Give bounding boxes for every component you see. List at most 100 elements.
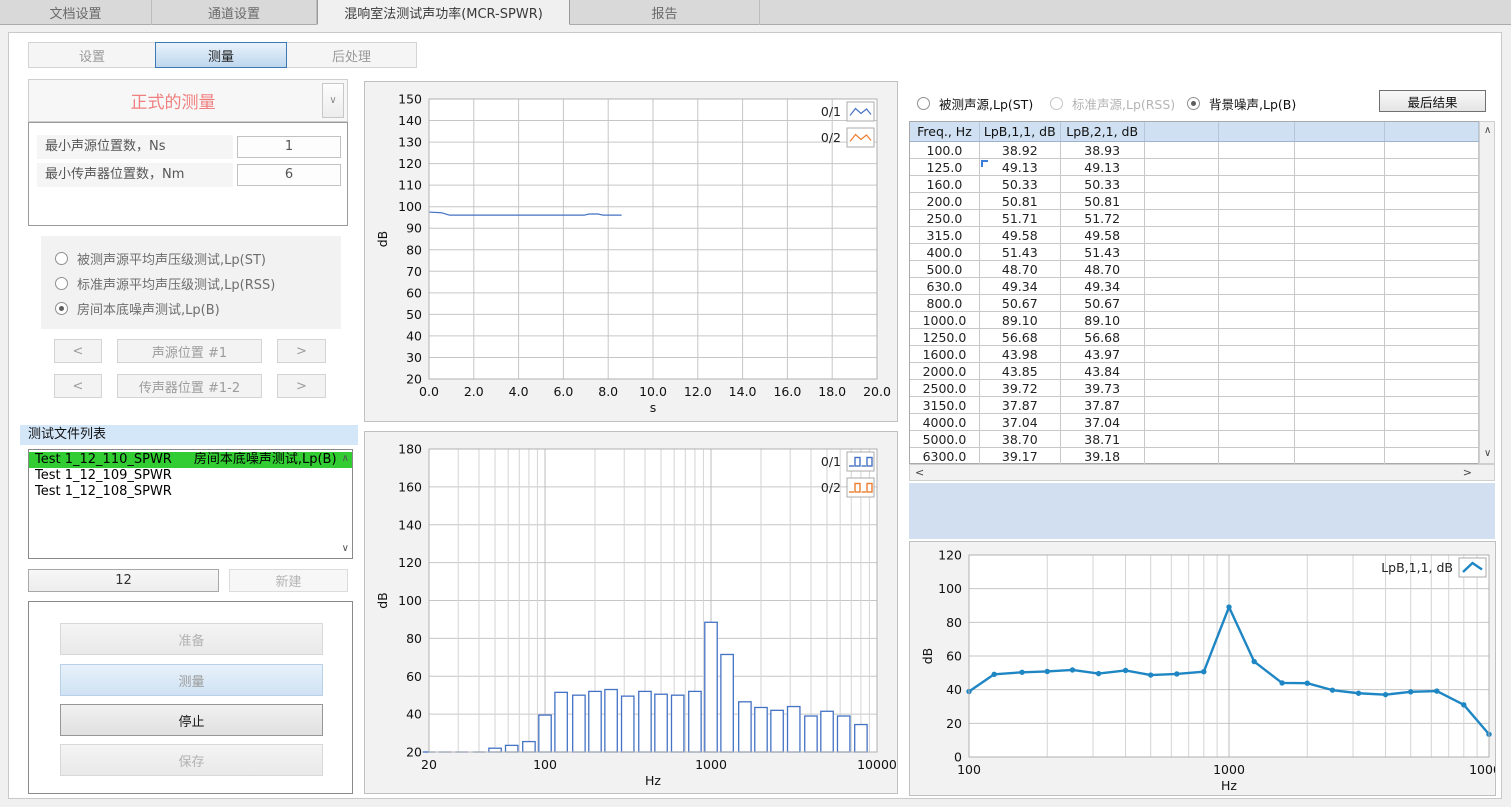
list-scroll-down-icon[interactable]: ∨ bbox=[342, 544, 349, 554]
measure-button[interactable]: 测量 bbox=[60, 664, 323, 696]
table-cell: 100.0 bbox=[910, 142, 980, 158]
test-type-radio-3[interactable]: 房间本底噪声测试,Lp(B) bbox=[55, 296, 341, 321]
param-input-1[interactable]: 1 bbox=[237, 136, 341, 158]
svg-text:100: 100 bbox=[398, 593, 422, 608]
scroll-left-icon[interactable]: < bbox=[915, 468, 924, 478]
subtab-3[interactable]: 后处理 bbox=[286, 42, 417, 68]
table-cell: 37.04 bbox=[980, 414, 1061, 430]
scroll-down-icon[interactable]: ∨ bbox=[1484, 449, 1491, 459]
table-row-9[interactable]: 630.049.3449.34 bbox=[910, 278, 1479, 295]
mic-position-prev-button[interactable]: < bbox=[54, 374, 102, 398]
table-row-7[interactable]: 400.051.4351.43 bbox=[910, 244, 1479, 261]
svg-text:120: 120 bbox=[398, 555, 422, 570]
table-cell bbox=[1295, 278, 1385, 294]
table-cell bbox=[1295, 176, 1385, 192]
table-row-2[interactable]: 125.049.1349.13 bbox=[910, 159, 1479, 176]
table-cell: 37.87 bbox=[1061, 397, 1145, 413]
new-button[interactable]: 新建 bbox=[229, 569, 348, 592]
stop-button[interactable]: 停止 bbox=[60, 704, 323, 736]
param-input-2[interactable]: 6 bbox=[237, 164, 341, 186]
test-type-radio-2-radio-icon[interactable] bbox=[55, 277, 68, 290]
file-list-title: 测试文件列表 bbox=[20, 425, 358, 445]
measurement-mode-dropdown[interactable]: 正式的测量 ∨ bbox=[28, 79, 348, 122]
scroll-up-icon[interactable]: ∧ bbox=[1484, 126, 1491, 136]
table-cell bbox=[1385, 414, 1479, 430]
table-cell bbox=[1385, 346, 1479, 362]
param-label-2: 最小传声器位置数，Nm bbox=[37, 163, 233, 187]
tab-3[interactable]: 混响室法测试声功率(MCR-SPWR) bbox=[317, 0, 570, 25]
svg-text:0.0: 0.0 bbox=[419, 384, 439, 399]
table-vertical-scrollbar[interactable]: ∧ ∨ bbox=[1479, 121, 1495, 464]
result-radio-1[interactable]: 被测声源,Lp(ST) bbox=[917, 91, 1033, 116]
svg-text:140: 140 bbox=[398, 517, 422, 532]
table-cell bbox=[1219, 210, 1295, 226]
table-cell bbox=[1295, 363, 1385, 379]
test-type-radio-3-radio-icon[interactable] bbox=[55, 302, 68, 315]
table-cell: 3150.0 bbox=[910, 397, 980, 413]
tab-2[interactable]: 通道设置 bbox=[152, 0, 317, 25]
list-scroll-up-icon[interactable]: ∧ bbox=[342, 454, 349, 464]
file-item-1[interactable]: Test 1_12_110_SPWR房间本底噪声测试,Lp(B) bbox=[29, 452, 352, 468]
file-item-3[interactable]: Test 1_12_108_SPWR bbox=[29, 484, 352, 500]
mic-position-row: < 传声器位置 #1-2 > bbox=[54, 374, 326, 398]
column-header-5 bbox=[1219, 122, 1295, 141]
column-header-6 bbox=[1295, 122, 1385, 141]
table-row-6[interactable]: 315.049.5849.58 bbox=[910, 227, 1479, 244]
result-radio-1-radio-icon[interactable] bbox=[917, 97, 930, 110]
table-row-15[interactable]: 2500.039.7239.73 bbox=[910, 380, 1479, 397]
table-row-1[interactable]: 100.038.9238.93 bbox=[910, 142, 1479, 159]
result-radio-3[interactable]: 背景噪声,Lp(B) bbox=[1187, 91, 1296, 116]
svg-text:60: 60 bbox=[406, 669, 422, 684]
table-row-11[interactable]: 1000.089.1089.10 bbox=[910, 312, 1479, 329]
mic-position-next-button[interactable]: > bbox=[277, 374, 326, 398]
count-button[interactable]: 12 bbox=[28, 569, 219, 592]
mic-position-button[interactable]: 传声器位置 #1-2 bbox=[117, 374, 262, 398]
test-type-radio-2[interactable]: 标准声源平均声压级测试,Lp(RSS) bbox=[55, 271, 341, 296]
table-row-3[interactable]: 160.050.3350.33 bbox=[910, 176, 1479, 193]
table-row-12[interactable]: 1250.056.6856.68 bbox=[910, 329, 1479, 346]
table-row-13[interactable]: 1600.043.9843.97 bbox=[910, 346, 1479, 363]
table-row-18[interactable]: 5000.038.7038.71 bbox=[910, 431, 1479, 448]
table-row-4[interactable]: 200.050.8150.81 bbox=[910, 193, 1479, 210]
table-cell: 43.84 bbox=[1061, 363, 1145, 379]
last-result-button[interactable]: 最后结果 bbox=[1379, 90, 1486, 112]
table-row-10[interactable]: 800.050.6750.67 bbox=[910, 295, 1479, 312]
file-item-2[interactable]: Test 1_12_109_SPWR bbox=[29, 468, 352, 484]
save-button[interactable]: 保存 bbox=[60, 744, 323, 776]
table-header-row: Freq., HzLpB,1,1, dBLpB,2,1, dB bbox=[910, 122, 1479, 142]
table-cell: 4000.0 bbox=[910, 414, 980, 430]
table-row-8[interactable]: 500.048.7048.70 bbox=[910, 261, 1479, 278]
source-position-next-button[interactable]: > bbox=[277, 339, 326, 363]
table-cell: 43.98 bbox=[980, 346, 1061, 362]
result-radio-2[interactable]: 标准声源,Lp(RSS) bbox=[1050, 91, 1175, 116]
table-cell bbox=[1385, 363, 1479, 379]
result-radio-3-radio-icon[interactable] bbox=[1187, 97, 1200, 110]
table-cell bbox=[1385, 295, 1479, 311]
test-type-radio-1[interactable]: 被测声源平均声压级测试,Lp(ST) bbox=[55, 246, 341, 271]
subtab-2[interactable]: 测量 bbox=[155, 42, 287, 68]
table-row-19[interactable]: 6300.039.1739.18 bbox=[910, 448, 1479, 465]
tab-4[interactable]: 报告 bbox=[570, 0, 760, 25]
svg-text:100: 100 bbox=[533, 757, 557, 772]
source-position-prev-button[interactable]: < bbox=[54, 339, 102, 363]
subtab-1[interactable]: 设置 bbox=[28, 42, 156, 68]
main-tab-bar: 文档设置通道设置混响室法测试声功率(MCR-SPWR)报告 bbox=[0, 0, 1511, 25]
result-radio-2-radio-icon[interactable] bbox=[1050, 97, 1063, 110]
table-cell bbox=[1219, 227, 1295, 243]
table-horizontal-scrollbar[interactable]: < > bbox=[909, 464, 1495, 481]
test-type-radio-1-radio-icon[interactable] bbox=[55, 252, 68, 265]
tab-1[interactable]: 文档设置 bbox=[0, 0, 152, 25]
test-file-list[interactable]: Test 1_12_110_SPWR房间本底噪声测试,Lp(B)Test 1_1… bbox=[28, 449, 353, 559]
scroll-right-icon[interactable]: > bbox=[1463, 468, 1472, 478]
table-cell: 50.67 bbox=[1061, 295, 1145, 311]
prepare-button[interactable]: 准备 bbox=[60, 623, 323, 655]
source-position-button[interactable]: 声源位置 #1 bbox=[117, 339, 262, 363]
table-row-17[interactable]: 4000.037.0437.04 bbox=[910, 414, 1479, 431]
table-cell: 160.0 bbox=[910, 176, 980, 192]
table-row-5[interactable]: 250.051.7151.72 bbox=[910, 210, 1479, 227]
table-row-16[interactable]: 3150.037.8737.87 bbox=[910, 397, 1479, 414]
svg-text:60: 60 bbox=[946, 649, 962, 664]
table-row-14[interactable]: 2000.043.8543.84 bbox=[910, 363, 1479, 380]
table-cell: 500.0 bbox=[910, 261, 980, 277]
chevron-down-icon[interactable]: ∨ bbox=[322, 83, 344, 118]
